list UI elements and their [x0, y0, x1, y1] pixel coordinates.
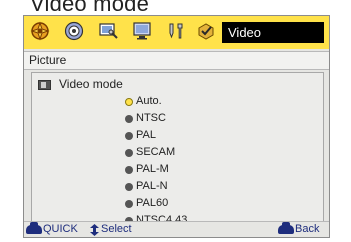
selected-dot-icon — [125, 97, 133, 106]
option-label: NTSC — [136, 112, 166, 124]
quick-hint: QUICK — [26, 222, 78, 237]
dot-icon — [125, 131, 133, 140]
osd-menu: Video Picture Video mode Auto. NTSC PAL … — [23, 15, 330, 238]
video-mode-label-text: Video mode — [59, 77, 123, 91]
monitor-icon[interactable] — [131, 20, 153, 42]
option-label: PAL — [136, 129, 156, 141]
section-header: Picture — [24, 51, 329, 70]
tools-icon[interactable] — [165, 20, 187, 42]
quick-label: QUICK — [43, 223, 78, 235]
dot-icon — [125, 165, 133, 174]
option-pal60[interactable]: PAL60 — [125, 195, 168, 212]
dot-icon — [125, 182, 133, 191]
option-label: PAL-N — [136, 180, 168, 192]
dot-icon — [125, 148, 133, 157]
option-label: Auto. — [136, 95, 162, 107]
disc-icon[interactable] — [63, 20, 85, 42]
picture-icon[interactable] — [29, 20, 51, 42]
video-mode-panel: Video mode Auto. NTSC PAL SECAM PAL-M PA… — [31, 72, 324, 226]
select-hint: Select — [90, 222, 132, 237]
video-mode-label: Video mode — [38, 77, 123, 92]
option-ntsc[interactable]: NTSC — [125, 110, 166, 127]
option-pal-n[interactable]: PAL-N — [125, 178, 168, 195]
video-mode-icon — [38, 79, 51, 90]
option-label: PAL-M — [136, 163, 169, 175]
menu-title: Video — [222, 22, 324, 43]
option-label: PAL60 — [136, 197, 169, 209]
select-label: Select — [101, 223, 132, 235]
exit-button-icon — [278, 222, 294, 234]
option-auto[interactable]: Auto. — [125, 93, 162, 110]
display-setup-icon[interactable] — [97, 20, 119, 42]
option-secam[interactable]: SECAM — [125, 144, 175, 161]
option-label: SECAM — [136, 146, 176, 158]
settings-check-icon[interactable] — [195, 20, 217, 42]
menu-icon-bar: Video — [24, 16, 329, 49]
updown-arrow-icon — [90, 223, 99, 236]
section-title: Picture — [29, 53, 67, 67]
dot-icon — [125, 114, 133, 123]
menu-button-icon — [26, 222, 42, 234]
back-hint: Back — [278, 222, 319, 237]
footer-bar: QUICK Select Back — [24, 221, 329, 237]
back-label: Back — [295, 223, 320, 235]
option-pal-m[interactable]: PAL-M — [125, 161, 169, 178]
dot-icon — [125, 199, 133, 208]
option-pal[interactable]: PAL — [125, 127, 156, 144]
